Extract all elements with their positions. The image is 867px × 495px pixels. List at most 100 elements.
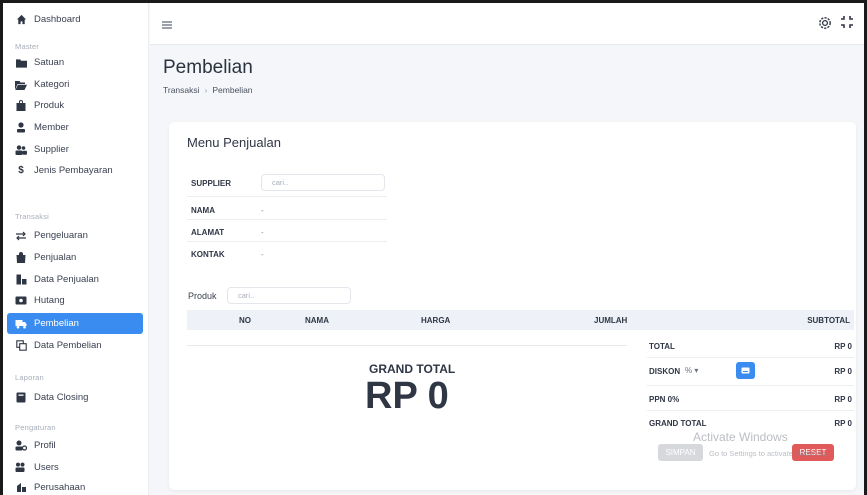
sidebar-item-data-penjualan[interactable]: Data Penjualan xyxy=(7,269,143,290)
alamat-value: - xyxy=(261,228,264,237)
diskon-value: RP 0 xyxy=(834,367,852,376)
grand-total-value: RP 0 xyxy=(365,375,449,417)
kontak-label: KONTAK xyxy=(191,250,225,259)
sidebar-item-label: Satuan xyxy=(34,57,65,68)
sidebar-item-pengeluaran[interactable]: Pengeluaran xyxy=(7,225,143,246)
breadcrumb-separator: › xyxy=(204,85,208,95)
sidebar-item-data-pembelian[interactable]: Data Pembelian xyxy=(7,335,143,356)
sidebar-item-hutang[interactable]: Hutang xyxy=(7,290,143,311)
boxes-icon xyxy=(15,274,27,286)
table-divider xyxy=(187,345,627,346)
book-icon xyxy=(15,392,27,404)
table-header: NO NAMA HARGA JUMLAH SUBTOTAL xyxy=(187,310,854,330)
user-cog-icon xyxy=(15,440,27,452)
sidebar-item-profil[interactable]: Profil xyxy=(7,435,143,456)
column-header-jumlah: JUMLAH xyxy=(594,316,628,325)
users-cog-icon xyxy=(15,462,27,474)
nama-value: - xyxy=(261,206,264,215)
column-header-subtotal: SUBTOTAL xyxy=(807,316,850,325)
sidebar-item-label: Dashboard xyxy=(34,14,81,25)
sidebar-item-member[interactable]: Member xyxy=(7,117,143,138)
building-icon xyxy=(15,482,27,494)
fullscreen-exit-icon[interactable] xyxy=(840,15,856,31)
column-header-no: NO xyxy=(239,316,251,325)
ppn-label: PPN 0% xyxy=(649,395,680,404)
activate-windows-subtitle: Go to Settings to activate Windows. xyxy=(709,449,828,458)
gear-icon[interactable] xyxy=(817,15,833,31)
folder-open-icon xyxy=(15,79,27,91)
app-window: Dashboard Master Satuan Kategori Produk … xyxy=(3,3,864,495)
alamat-label: ALAMAT xyxy=(191,228,225,237)
exchange-icon xyxy=(15,230,27,242)
sidebar-item-label: Produk xyxy=(34,100,65,111)
sidebar-item-penjualan[interactable]: Penjualan xyxy=(7,247,143,268)
shopping-bag-icon xyxy=(15,252,27,264)
diskon-input-button[interactable] xyxy=(736,362,755,379)
total-label: TOTAL xyxy=(649,342,675,351)
sidebar-section-master: Master xyxy=(15,42,40,51)
sidebar-item-kategori[interactable]: Kategori xyxy=(7,74,143,95)
summary-grand-total-label: GRAND TOTAL xyxy=(649,419,707,428)
activate-windows-watermark: Activate Windows xyxy=(693,430,788,444)
sidebar-item-data-closing[interactable]: Data Closing xyxy=(7,387,143,408)
money-icon xyxy=(15,295,27,307)
folder-icon xyxy=(15,57,27,69)
supplier-search-input[interactable]: cari.. xyxy=(261,174,385,191)
sidebar-item-label: Pembelian xyxy=(34,318,79,329)
keyboard-icon xyxy=(741,367,750,374)
produk-search-input[interactable]: cari.. xyxy=(227,287,351,304)
column-header-harga: HARGA xyxy=(421,316,451,325)
summary-ppn-row: PPN 0% RP 0 xyxy=(647,389,854,411)
breadcrumb-item-transaksi[interactable]: Transaksi xyxy=(163,85,200,95)
sidebar-item-label: Data Pembelian xyxy=(34,340,102,351)
diskon-label: DISKON xyxy=(649,367,681,376)
sidebar-section-pengaturan: Pengaturan xyxy=(15,423,56,432)
ppn-value: RP 0 xyxy=(834,395,852,404)
sidebar-item-users[interactable]: Users xyxy=(7,457,143,478)
summary-grand-total-value: RP 0 xyxy=(834,419,852,428)
total-value: RP 0 xyxy=(834,342,852,351)
nama-label: NAMA xyxy=(191,206,215,215)
sidebar-item-label: Hutang xyxy=(34,295,65,306)
sidebar-item-label: Kategori xyxy=(34,79,70,90)
sidebar-item-perusahaan[interactable]: Perusahaan xyxy=(7,477,143,495)
summary-total-row: TOTAL RP 0 xyxy=(647,336,854,358)
users-icon xyxy=(15,144,27,156)
sidebar-item-satuan[interactable]: Satuan xyxy=(7,52,143,73)
column-header-nama: NAMA xyxy=(305,316,329,325)
sidebar-item-dashboard[interactable]: Dashboard xyxy=(7,9,143,30)
home-icon xyxy=(15,14,27,26)
simpan-button[interactable]: SIMPAN xyxy=(658,444,703,461)
sidebar-item-label: Member xyxy=(34,122,69,133)
grand-total-label: GRAND TOTAL xyxy=(369,362,456,376)
sidebar-item-label: Perusahaan xyxy=(34,482,86,493)
sidebar-item-label: Supplier xyxy=(34,144,69,155)
diskon-type-select[interactable]: % ▾ xyxy=(685,366,698,375)
copy-icon xyxy=(15,340,27,352)
breadcrumb: Transaksi › Pembelian xyxy=(163,85,253,95)
sidebar: Dashboard Master Satuan Kategori Produk … xyxy=(3,3,149,495)
sidebar-item-supplier[interactable]: Supplier xyxy=(7,139,143,160)
divider xyxy=(187,196,387,197)
breadcrumb-item-pembelian: Pembelian xyxy=(212,85,253,95)
kontak-value: - xyxy=(261,250,264,259)
sidebar-item-label: Pengeluaran xyxy=(34,230,88,241)
sidebar-item-label: Profil xyxy=(34,440,56,451)
sidebar-item-jenis-pembayaran[interactable]: $ Jenis Pembayaran xyxy=(7,160,143,181)
sidebar-item-pembelian[interactable]: Pembelian xyxy=(7,313,143,334)
sidebar-section-transaksi: Transaksi xyxy=(15,212,50,221)
summary-diskon-row: DISKON % ▾ RP 0 xyxy=(647,361,854,386)
supplier-label: SUPPLIER xyxy=(191,179,232,188)
divider xyxy=(187,241,387,242)
truck-icon xyxy=(15,318,27,330)
card-title: Menu Penjualan xyxy=(187,135,281,150)
sidebar-item-label: Users xyxy=(34,462,59,473)
hamburger-menu-icon[interactable] xyxy=(162,17,176,31)
topbar xyxy=(150,3,864,45)
sidebar-item-label: Data Penjualan xyxy=(34,274,99,285)
user-icon xyxy=(15,122,27,134)
produk-label: Produk xyxy=(188,291,217,301)
sidebar-item-label: Data Closing xyxy=(34,392,89,403)
sidebar-item-produk[interactable]: Produk xyxy=(7,95,143,116)
sidebar-section-laporan: Laporan xyxy=(15,373,44,382)
